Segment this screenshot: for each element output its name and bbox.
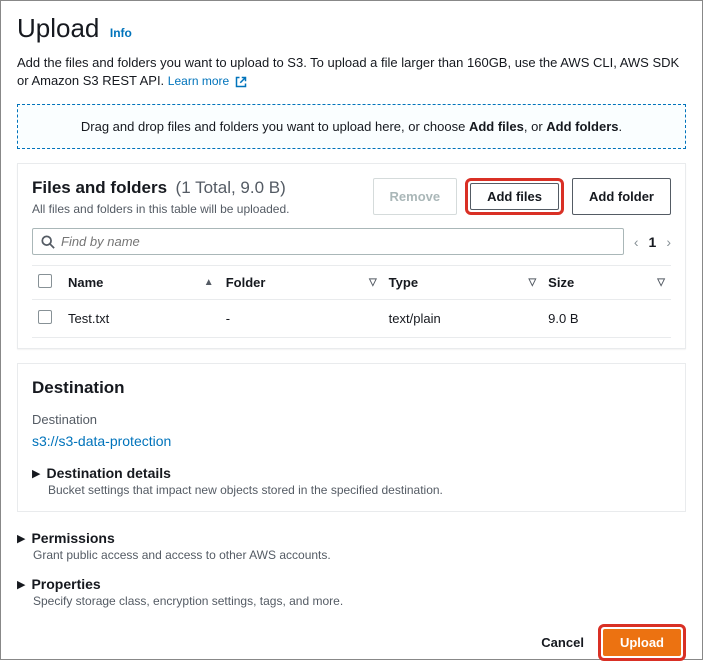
info-link[interactable]: Info <box>110 26 132 40</box>
cell-folder: - <box>220 300 383 338</box>
caret-right-icon: ▶ <box>32 467 40 480</box>
caret-right-icon: ▶ <box>17 578 25 591</box>
add-files-highlight: Add files <box>465 178 564 215</box>
col-name[interactable]: Name <box>68 275 103 290</box>
files-panel: Files and folders (1 Total, 9.0 B) All f… <box>17 163 686 349</box>
destination-details-sub: Bucket settings that impact new objects … <box>48 483 671 497</box>
cell-size: 9.0 B <box>542 300 671 338</box>
files-table: Name ▲ Folder ▽ Type ▽ Size ▽ Test.txt - tex… <box>32 265 671 338</box>
search-input-container[interactable] <box>32 228 624 255</box>
prev-page-button[interactable]: ‹ <box>634 234 639 250</box>
sort-asc-icon[interactable]: ▲ <box>204 277 214 288</box>
upload-button[interactable]: Upload <box>603 629 681 656</box>
permissions-toggle[interactable]: ▶ Permissions <box>17 530 686 546</box>
caret-right-icon: ▶ <box>17 532 25 545</box>
destination-details-toggle[interactable]: ▶ Destination details <box>32 465 671 481</box>
cell-name: Test.txt <box>62 300 220 338</box>
destination-title: Destination <box>32 378 671 398</box>
col-folder[interactable]: Folder <box>226 275 266 290</box>
destination-panel: Destination Destination s3://s3-data-pro… <box>17 363 686 512</box>
destination-label: Destination <box>32 412 671 427</box>
next-page-button[interactable]: › <box>666 234 671 250</box>
cell-type: text/plain <box>383 300 543 338</box>
page-description: Add the files and folders you want to up… <box>17 54 686 90</box>
search-icon <box>41 235 55 249</box>
remove-button[interactable]: Remove <box>373 178 458 215</box>
page-header: Upload Info <box>17 13 686 44</box>
destination-link[interactable]: s3://s3-data-protection <box>32 433 671 449</box>
pagination: ‹ 1 › <box>634 234 671 250</box>
sort-icon[interactable]: ▽ <box>528 277 536 288</box>
permissions-sub: Grant public access and access to other … <box>33 548 686 562</box>
properties-sub: Specify storage class, encryption settin… <box>33 594 686 608</box>
col-size[interactable]: Size <box>548 275 574 290</box>
row-checkbox[interactable] <box>38 310 52 324</box>
page-number: 1 <box>649 234 657 250</box>
col-type[interactable]: Type <box>389 275 418 290</box>
cancel-button[interactable]: Cancel <box>541 635 584 650</box>
upload-highlight: Upload <box>598 624 686 661</box>
search-input[interactable] <box>61 234 615 249</box>
properties-toggle[interactable]: ▶ Properties <box>17 576 686 592</box>
footer: Cancel Upload <box>17 624 686 661</box>
files-panel-count: (1 Total, 9.0 B) <box>176 178 286 197</box>
select-all-checkbox[interactable] <box>38 274 52 288</box>
learn-more-link[interactable]: Learn more <box>168 74 247 88</box>
external-link-icon <box>235 76 247 88</box>
page-title: Upload <box>17 13 99 44</box>
table-row[interactable]: Test.txt - text/plain 9.0 B <box>32 300 671 338</box>
add-folder-button[interactable]: Add folder <box>572 178 671 215</box>
files-panel-title: Files and folders <box>32 178 167 197</box>
dropzone[interactable]: Drag and drop files and folders you want… <box>17 104 686 149</box>
files-panel-subtitle: All files and folders in this table will… <box>32 202 289 216</box>
add-files-button[interactable]: Add files <box>470 183 559 210</box>
sort-icon[interactable]: ▽ <box>369 277 377 288</box>
sort-icon[interactable]: ▽ <box>657 277 665 288</box>
